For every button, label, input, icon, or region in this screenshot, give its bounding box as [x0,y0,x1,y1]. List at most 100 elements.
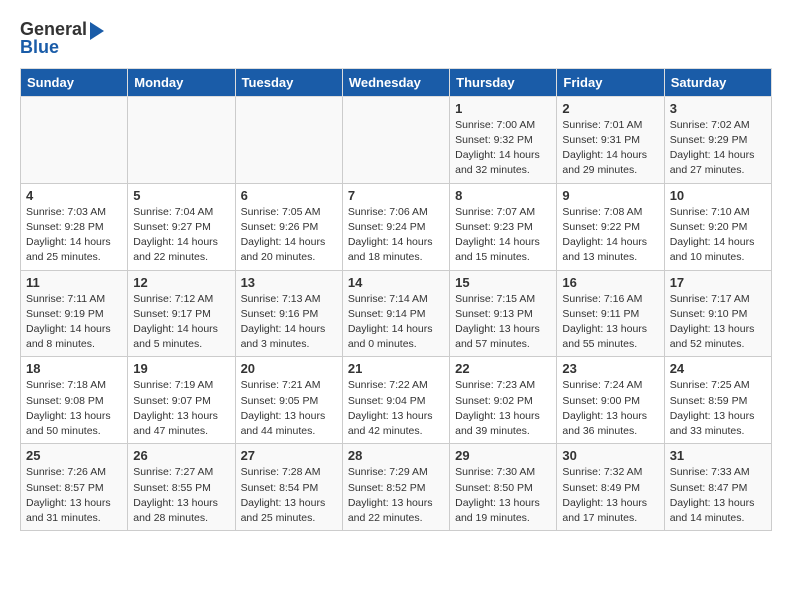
day-info: Sunrise: 7:22 AMSunset: 9:04 PMDaylight:… [348,378,444,439]
day-info: Sunrise: 7:19 AMSunset: 9:07 PMDaylight:… [133,378,229,439]
day-info: Sunrise: 7:05 AMSunset: 9:26 PMDaylight:… [241,205,337,266]
day-info: Sunrise: 7:02 AMSunset: 9:29 PMDaylight:… [670,118,766,179]
day-info: Sunrise: 7:23 AMSunset: 9:02 PMDaylight:… [455,378,551,439]
day-number: 25 [26,448,122,463]
calendar-cell: 2 Sunrise: 7:01 AMSunset: 9:31 PMDaylight… [557,96,664,183]
day-info: Sunrise: 7:32 AMSunset: 8:49 PMDaylight:… [562,465,658,526]
day-info: Sunrise: 7:33 AMSunset: 8:47 PMDaylight:… [670,465,766,526]
calendar-cell: 20 Sunrise: 7:21 AMSunset: 9:05 PMDayligh… [235,357,342,444]
day-number: 6 [241,188,337,203]
day-number: 16 [562,275,658,290]
calendar-cell: 19 Sunrise: 7:19 AMSunset: 9:07 PMDayligh… [128,357,235,444]
calendar-cell: 25 Sunrise: 7:26 AMSunset: 8:57 PMDayligh… [21,444,128,531]
logo: General Blue [20,20,104,58]
calendar-cell: 3 Sunrise: 7:02 AMSunset: 9:29 PMDaylight… [664,96,771,183]
calendar-cell: 22Sunrise: 7:23 AMSunset: 9:02 PMDayligh… [450,357,557,444]
calendar-cell: 21Sunrise: 7:22 AMSunset: 9:04 PMDayligh… [342,357,449,444]
day-number: 17 [670,275,766,290]
weekday-header-tuesday: Tuesday [235,68,342,96]
day-number: 29 [455,448,551,463]
weekday-header-wednesday: Wednesday [342,68,449,96]
day-number: 5 [133,188,229,203]
day-number: 4 [26,188,122,203]
day-info: Sunrise: 7:06 AMSunset: 9:24 PMDaylight:… [348,205,444,266]
calendar-cell: 16 Sunrise: 7:16 AMSunset: 9:11 PMDayligh… [557,270,664,357]
day-info: Sunrise: 7:14 AMSunset: 9:14 PMDaylight:… [348,292,444,353]
day-number: 26 [133,448,229,463]
day-info: Sunrise: 7:03 AMSunset: 9:28 PMDaylight:… [26,205,122,266]
day-info: Sunrise: 7:30 AMSunset: 8:50 PMDaylight:… [455,465,551,526]
day-info: Sunrise: 7:00 AMSunset: 9:32 PMDaylight:… [455,118,551,179]
calendar-header: SundayMondayTuesdayWednesdayThursdayFrid… [21,68,772,96]
calendar-cell: 11 Sunrise: 7:11 AMSunset: 9:19 PMDayligh… [21,270,128,357]
calendar-cell: 17 Sunrise: 7:17 AMSunset: 9:10 PMDayligh… [664,270,771,357]
day-info: Sunrise: 7:10 AMSunset: 9:20 PMDaylight:… [670,205,766,266]
page-header: General Blue [20,20,772,58]
day-number: 2 [562,101,658,116]
calendar-cell: 9Sunrise: 7:08 AMSunset: 9:22 PMDaylight… [557,183,664,270]
day-number: 28 [348,448,444,463]
day-info: Sunrise: 7:16 AMSunset: 9:11 PMDaylight:… [562,292,658,353]
day-number: 27 [241,448,337,463]
calendar-cell: 1 Sunrise: 7:00 AMSunset: 9:32 PMDaylight… [450,96,557,183]
day-info: Sunrise: 7:15 AMSunset: 9:13 PMDaylight:… [455,292,551,353]
weekday-header-sunday: Sunday [21,68,128,96]
calendar-cell: 15Sunrise: 7:15 AMSunset: 9:13 PMDayligh… [450,270,557,357]
calendar-week-3: 11 Sunrise: 7:11 AMSunset: 9:19 PMDayligh… [21,270,772,357]
calendar-week-4: 18Sunrise: 7:18 AMSunset: 9:08 PMDayligh… [21,357,772,444]
calendar-cell: 28 Sunrise: 7:29 AMSunset: 8:52 PMDayligh… [342,444,449,531]
day-number: 9 [562,188,658,203]
day-number: 31 [670,448,766,463]
calendar-week-1: 1 Sunrise: 7:00 AMSunset: 9:32 PMDaylight… [21,96,772,183]
day-number: 18 [26,361,122,376]
calendar-cell [342,96,449,183]
day-info: Sunrise: 7:29 AMSunset: 8:52 PMDaylight:… [348,465,444,526]
weekday-header-friday: Friday [557,68,664,96]
day-number: 12 [133,275,229,290]
day-number: 8 [455,188,551,203]
day-info: Sunrise: 7:21 AMSunset: 9:05 PMDaylight:… [241,378,337,439]
calendar-cell: 18Sunrise: 7:18 AMSunset: 9:08 PMDayligh… [21,357,128,444]
calendar-cell: 27Sunrise: 7:28 AMSunset: 8:54 PMDayligh… [235,444,342,531]
calendar-week-5: 25 Sunrise: 7:26 AMSunset: 8:57 PMDayligh… [21,444,772,531]
day-info: Sunrise: 7:26 AMSunset: 8:57 PMDaylight:… [26,465,122,526]
day-number: 11 [26,275,122,290]
weekday-header-thursday: Thursday [450,68,557,96]
day-info: Sunrise: 7:11 AMSunset: 9:19 PMDaylight:… [26,292,122,353]
day-info: Sunrise: 7:04 AMSunset: 9:27 PMDaylight:… [133,205,229,266]
weekday-header-row: SundayMondayTuesdayWednesdayThursdayFrid… [21,68,772,96]
day-number: 23 [562,361,658,376]
calendar-cell: 4 Sunrise: 7:03 AMSunset: 9:28 PMDaylight… [21,183,128,270]
calendar-cell [21,96,128,183]
day-number: 20 [241,361,337,376]
calendar-cell: 7 Sunrise: 7:06 AMSunset: 9:24 PMDaylight… [342,183,449,270]
day-number: 30 [562,448,658,463]
day-number: 7 [348,188,444,203]
day-number: 1 [455,101,551,116]
day-info: Sunrise: 7:25 AMSunset: 8:59 PMDaylight:… [670,378,766,439]
logo-text-blue: Blue [20,38,59,58]
logo-triangle-icon [90,22,104,40]
day-info: Sunrise: 7:01 AMSunset: 9:31 PMDaylight:… [562,118,658,179]
day-info: Sunrise: 7:13 AMSunset: 9:16 PMDaylight:… [241,292,337,353]
calendar-cell: 30 Sunrise: 7:32 AMSunset: 8:49 PMDayligh… [557,444,664,531]
calendar-body: 1 Sunrise: 7:00 AMSunset: 9:32 PMDaylight… [21,96,772,530]
calendar-cell: 26Sunrise: 7:27 AMSunset: 8:55 PMDayligh… [128,444,235,531]
calendar-cell [128,96,235,183]
calendar-cell: 5 Sunrise: 7:04 AMSunset: 9:27 PMDaylight… [128,183,235,270]
calendar-cell: 10 Sunrise: 7:10 AMSunset: 9:20 PMDayligh… [664,183,771,270]
day-number: 10 [670,188,766,203]
calendar-cell: 24Sunrise: 7:25 AMSunset: 8:59 PMDayligh… [664,357,771,444]
day-info: Sunrise: 7:07 AMSunset: 9:23 PMDaylight:… [455,205,551,266]
day-number: 3 [670,101,766,116]
calendar-cell [235,96,342,183]
day-number: 19 [133,361,229,376]
day-info: Sunrise: 7:24 AMSunset: 9:00 PMDaylight:… [562,378,658,439]
calendar-week-2: 4 Sunrise: 7:03 AMSunset: 9:28 PMDaylight… [21,183,772,270]
day-info: Sunrise: 7:17 AMSunset: 9:10 PMDaylight:… [670,292,766,353]
day-number: 14 [348,275,444,290]
calendar-cell: 8 Sunrise: 7:07 AMSunset: 9:23 PMDaylight… [450,183,557,270]
calendar-cell: 29 Sunrise: 7:30 AMSunset: 8:50 PMDayligh… [450,444,557,531]
calendar-cell: 12Sunrise: 7:12 AMSunset: 9:17 PMDayligh… [128,270,235,357]
calendar-cell: 31 Sunrise: 7:33 AMSunset: 8:47 PMDayligh… [664,444,771,531]
